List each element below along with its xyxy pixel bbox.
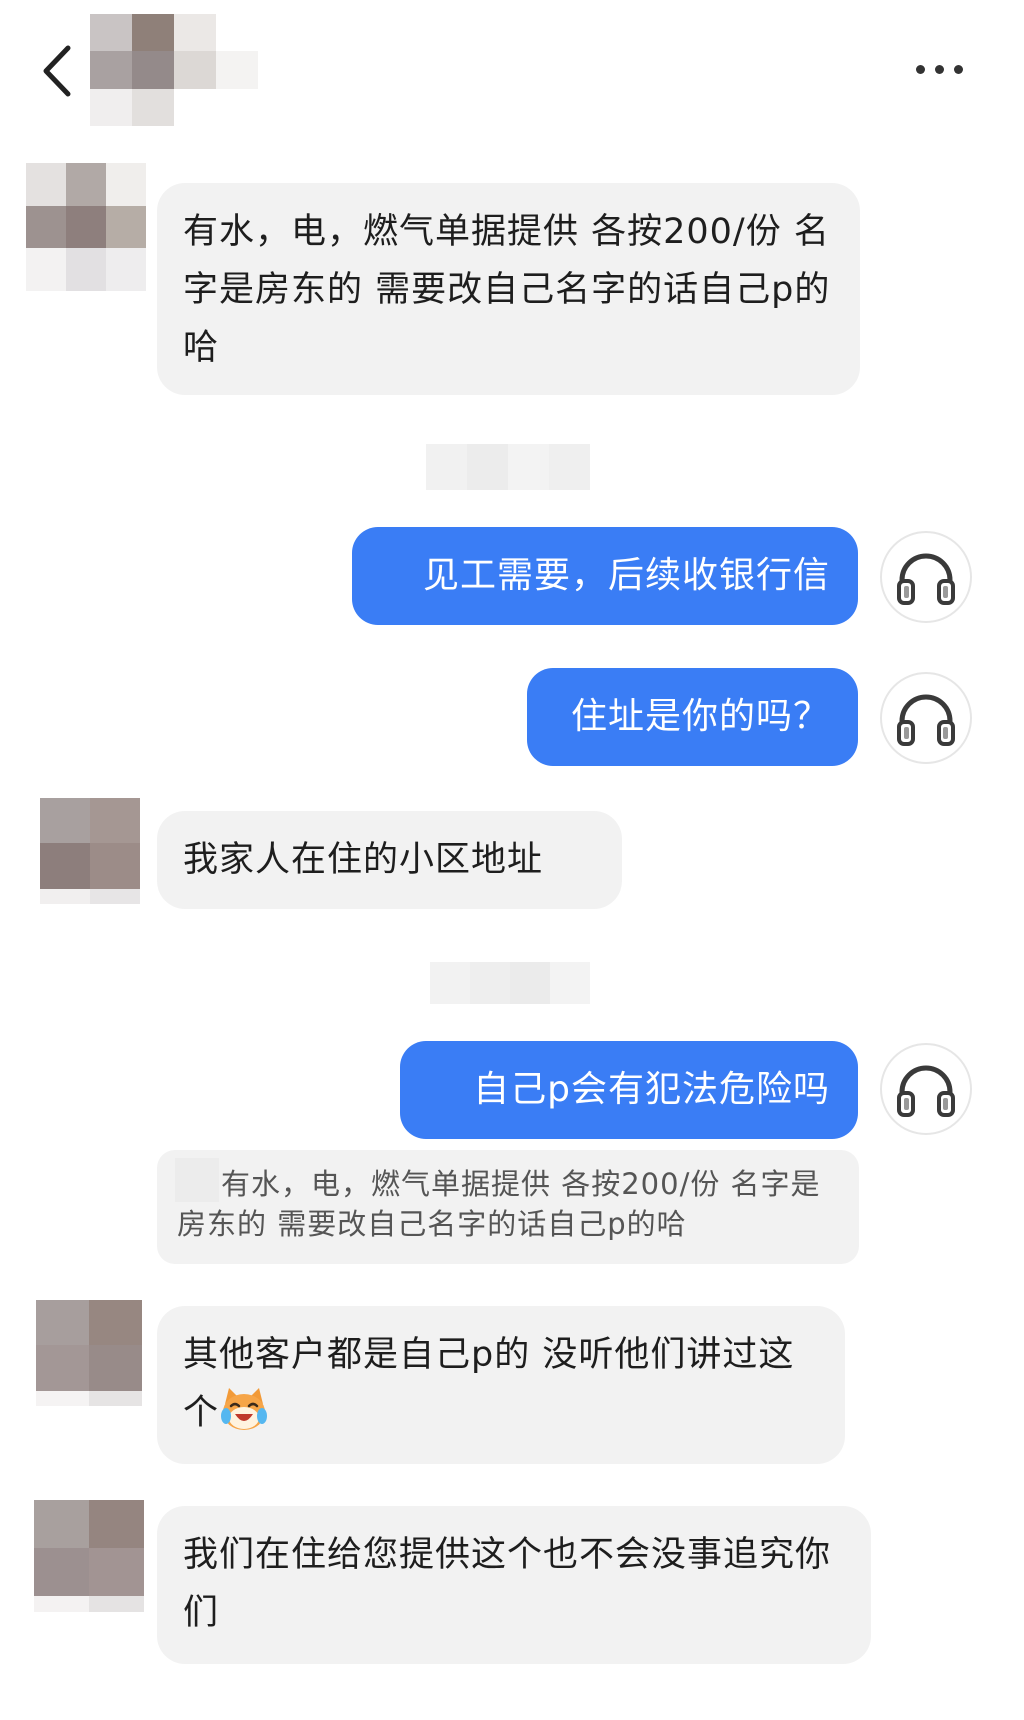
message-text: 见工需要，后续收银行信 bbox=[422, 555, 830, 596]
message-text: 有水，电，燃气单据提供 各按200/份 名字是房东的 需要改自己名字的话自己p的… bbox=[183, 212, 831, 368]
sender-avatar[interactable] bbox=[26, 163, 146, 291]
user-avatar[interactable] bbox=[880, 531, 972, 623]
contact-name-blurred bbox=[90, 14, 258, 126]
sender-avatar[interactable] bbox=[34, 1500, 144, 1612]
message-bubble[interactable]: 其他客户都是自己p的 没听他们讲过这个 bbox=[157, 1306, 845, 1464]
crying-laughing-cat-emoji bbox=[219, 1386, 269, 1432]
message-text: 我家人在住的小区地址 bbox=[183, 840, 544, 880]
message-text: 住址是你的吗？ bbox=[570, 696, 830, 737]
message-bubble[interactable]: 自己p会有犯法危险吗 bbox=[400, 1041, 858, 1139]
sender-avatar[interactable] bbox=[36, 1300, 142, 1406]
message-bubble[interactable]: 见工需要，后续收银行信 bbox=[352, 527, 858, 625]
message-bubble[interactable]: 住址是你的吗？ bbox=[527, 668, 858, 766]
user-avatar[interactable] bbox=[880, 1043, 972, 1135]
sender-avatar[interactable] bbox=[40, 798, 140, 904]
headphones-icon bbox=[897, 553, 955, 605]
more-dots-icon[interactable] bbox=[915, 55, 965, 85]
message-bubble[interactable]: 我们在住给您提供这个也不会没事追究你们 bbox=[157, 1506, 871, 1664]
chevron-left-icon[interactable] bbox=[34, 36, 82, 106]
headphones-icon bbox=[897, 1065, 955, 1117]
timestamp-blurred bbox=[426, 444, 590, 490]
quoted-message-text: 有水，电，燃气单据提供 各按200/份 名字是房东的 需要改自己名字的话自己p的… bbox=[177, 1167, 821, 1241]
headphones-icon bbox=[897, 694, 955, 746]
timestamp-blurred bbox=[430, 962, 590, 1004]
message-text: 我们在住给您提供这个也不会没事追究你们 bbox=[183, 1535, 832, 1633]
quoted-message[interactable]: 有水，电，燃气单据提供 各按200/份 名字是房东的 需要改自己名字的话自己p的… bbox=[157, 1150, 859, 1264]
message-bubble[interactable]: 我家人在住的小区地址 bbox=[157, 811, 622, 909]
user-avatar[interactable] bbox=[880, 672, 972, 764]
quoted-sender-blurred bbox=[175, 1158, 219, 1202]
message-text: 其他客户都是自己p的 没听他们讲过这个 bbox=[183, 1335, 795, 1433]
message-text: 自己p会有犯法危险吗 bbox=[473, 1069, 830, 1110]
message-bubble[interactable]: 有水，电，燃气单据提供 各按200/份 名字是房东的 需要改自己名字的话自己p的… bbox=[157, 183, 860, 395]
